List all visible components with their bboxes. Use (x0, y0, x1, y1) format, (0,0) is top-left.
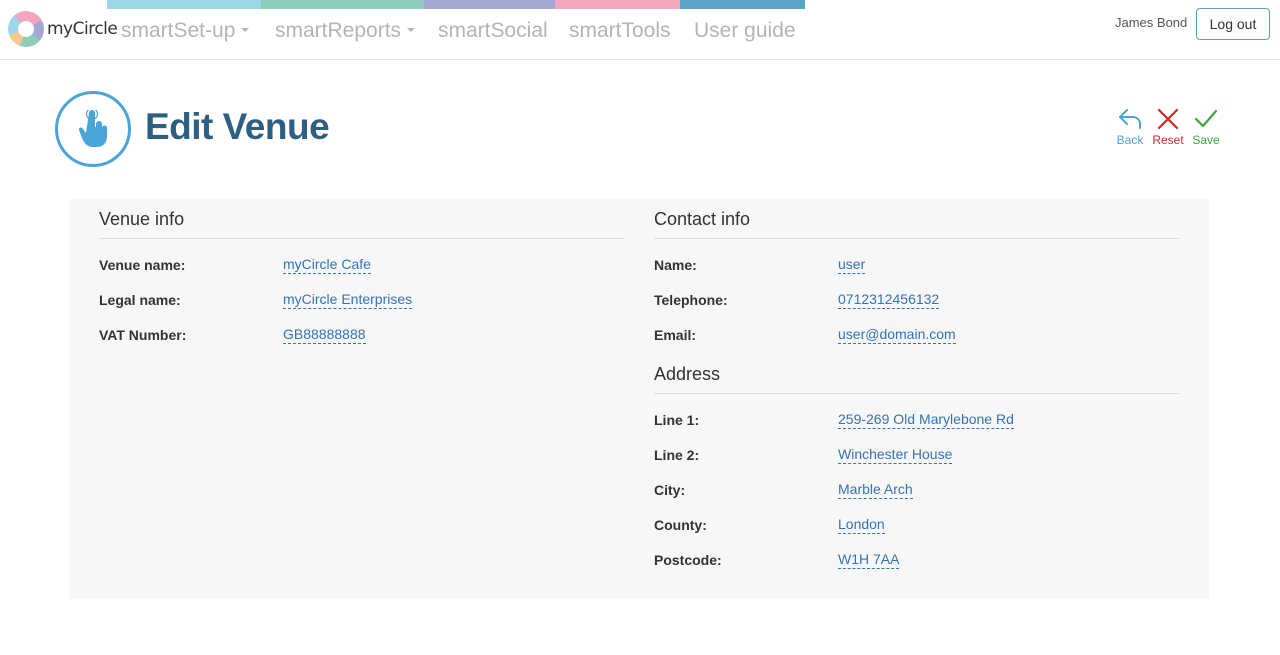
city-label: City: (654, 482, 686, 498)
postcode-value[interactable]: W1H 7AA (838, 551, 900, 569)
email-label: Email: (654, 327, 697, 343)
brand-name: myCircle (47, 19, 118, 39)
circle-logo-icon (8, 11, 44, 47)
close-x-icon (1157, 108, 1179, 130)
contact-info-heading: Contact info (654, 209, 751, 229)
address-heading: Address (654, 364, 721, 384)
brand-logo[interactable]: myCircle (8, 11, 118, 47)
venue-form-panel: Venue info Venue name: myCircle Cafe Leg… (69, 199, 1209, 599)
nav-color-strip-5 (680, 0, 805, 9)
venue-info-heading: Venue info (99, 209, 185, 229)
vat-number-value[interactable]: GB88888888 (283, 326, 366, 344)
nav-smartsocial[interactable]: smartSocial (438, 19, 548, 43)
legal-name-value[interactable]: myCircle Enterprises (283, 291, 413, 309)
venue-name-value[interactable]: myCircle Cafe (283, 256, 371, 274)
venue-name-label: Venue name: (99, 257, 186, 273)
county-label: County: (654, 517, 707, 533)
address-line1-label: Line 1: (654, 412, 700, 428)
chevron-down-icon (407, 27, 416, 32)
nav-smartsetup[interactable]: smartSet-up (121, 19, 250, 43)
nav-color-strip-2 (261, 0, 424, 9)
page-title: Edit Venue (145, 106, 330, 147)
undo-arrow-icon (1119, 109, 1141, 129)
telephone-value[interactable]: 0712312456132 (838, 291, 940, 309)
contact-name-value[interactable]: user (838, 256, 866, 274)
county-value[interactable]: London (838, 516, 885, 534)
top-navbar: myCircle smartSet-up smartReports smartS… (0, 0, 1280, 60)
logout-button[interactable]: Log out (1196, 8, 1270, 40)
hand-pointer-icon (78, 110, 107, 147)
address-line2-label: Line 2: (654, 447, 700, 463)
nav-smartreports[interactable]: smartReports (275, 19, 416, 43)
address-divider (654, 393, 1179, 394)
checkmark-icon (1194, 109, 1218, 128)
nav-smartreports-label: smartReports (275, 19, 402, 42)
chevron-down-icon (241, 27, 250, 32)
page-icon (55, 91, 131, 167)
city-value[interactable]: Marble Arch (838, 481, 913, 499)
back-label: Back (1116, 133, 1144, 147)
user-name: James Bond (1115, 15, 1188, 30)
save-label: Save (1192, 133, 1220, 147)
nav-color-strip-1 (107, 0, 261, 9)
nav-user-guide[interactable]: User guide (694, 19, 796, 43)
postcode-label: Postcode: (654, 552, 722, 568)
contact-name-label: Name: (654, 257, 697, 273)
nav-color-strip-3 (424, 0, 555, 9)
address-line2-value[interactable]: Winchester House (838, 446, 953, 464)
contact-info-divider (654, 238, 1179, 239)
nav-color-strip-4 (555, 0, 680, 9)
address-line1-value[interactable]: 259-269 Old Marylebone Rd (838, 411, 1014, 429)
nav-smarttools[interactable]: smartTools (569, 19, 671, 43)
telephone-label: Telephone: (654, 292, 728, 308)
venue-info-divider (99, 238, 624, 239)
reset-button[interactable]: Reset (1152, 107, 1184, 147)
vat-number-label: VAT Number: (99, 327, 187, 343)
legal-name-label: Legal name: (99, 292, 181, 308)
nav-smartsetup-label: smartSet-up (121, 19, 236, 42)
reset-label: Reset (1152, 133, 1184, 147)
email-value[interactable]: user@domain.com (838, 326, 956, 344)
back-button[interactable]: Back (1115, 107, 1145, 147)
save-button[interactable]: Save (1191, 107, 1221, 147)
